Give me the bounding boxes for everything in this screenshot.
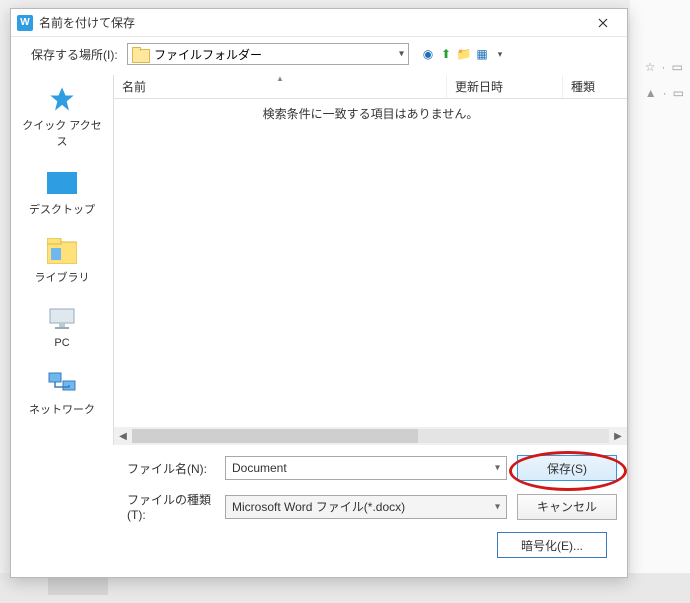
titlebar: W 名前を付けて保存 <box>11 9 627 37</box>
location-select[interactable]: ファイルフォルダー ▾ <box>127 43 409 65</box>
cancel-button[interactable]: キャンセル <box>517 494 617 520</box>
sort-arrow-icon: ▲ <box>276 74 284 83</box>
close-button[interactable] <box>583 11 623 35</box>
network-icon <box>46 369 78 397</box>
nav-icons: ◉ ⬆ 📁 ▦ ▾ <box>421 47 507 61</box>
place-label: ライブラリ <box>35 269 90 285</box>
filename-input[interactable]: Document ▾ <box>225 456 507 480</box>
nav-up-icon[interactable]: ⬆ <box>439 47 453 61</box>
desktop-icon <box>46 169 78 197</box>
header-type[interactable]: 種類 <box>563 75 627 98</box>
filetype-label: ファイルの種類(T): <box>127 491 215 522</box>
header-type-label: 種類 <box>571 78 595 95</box>
empty-message: 検索条件に一致する項目はありません。 <box>263 105 479 122</box>
place-desktop[interactable]: デスクトップ <box>22 169 102 217</box>
scroll-right-icon[interactable]: ▶ <box>609 431 627 442</box>
app-icon: W <box>17 15 33 31</box>
library-icon <box>46 237 78 265</box>
location-row: 保存する場所(I): ファイルフォルダー ▾ ◉ ⬆ 📁 ▦ ▾ <box>11 37 627 75</box>
place-quick-access[interactable]: クイック アクセス <box>22 85 102 149</box>
place-label: クイック アクセス <box>22 117 102 149</box>
places-sidebar: クイック アクセス デスクトップ ライブラリ PC <box>11 75 113 445</box>
file-list-body[interactable]: 検索条件に一致する項目はありません。 <box>114 99 627 427</box>
filetype-value: Microsoft Word ファイル(*.docx) <box>232 498 405 515</box>
encrypt-button[interactable]: 暗号化(E)... <box>497 532 607 558</box>
chevron-down-icon: ▾ <box>495 463 500 474</box>
chevron-down-icon: ▾ <box>495 501 500 512</box>
folder-icon <box>132 47 148 61</box>
dialog-title: 名前を付けて保存 <box>39 14 583 31</box>
nav-back-icon[interactable]: ◉ <box>421 47 435 61</box>
place-label: ネットワーク <box>29 401 95 417</box>
encrypt-button-label: 暗号化(E)... <box>521 537 583 554</box>
filetype-select[interactable]: Microsoft Word ファイル(*.docx) ▾ <box>225 495 507 519</box>
filename-label: ファイル名(N): <box>127 460 215 477</box>
place-network[interactable]: ネットワーク <box>22 369 102 417</box>
horizontal-scrollbar[interactable]: ◀ ▶ <box>114 427 627 445</box>
location-label: 保存する場所(I): <box>31 46 121 63</box>
place-libraries[interactable]: ライブラリ <box>22 237 102 285</box>
file-list: 名前 ▲ 更新日時 種類 検索条件に一致する項目はありません。 ◀ ▶ <box>113 75 627 445</box>
save-button-label: 保存(S) <box>547 460 587 477</box>
header-name[interactable]: 名前 ▲ <box>114 75 447 98</box>
place-pc[interactable]: PC <box>22 305 102 349</box>
header-date-label: 更新日時 <box>455 78 503 95</box>
scrollbar-track[interactable] <box>132 429 609 443</box>
nav-view-dropdown-icon[interactable]: ▾ <box>493 47 507 61</box>
filename-value: Document <box>232 461 287 475</box>
cancel-button-label: キャンセル <box>537 498 597 515</box>
header-name-label: 名前 <box>122 78 146 95</box>
fields-area: ファイル名(N): Document ▾ 保存(S) ファイルの種類(T): M… <box>11 445 627 574</box>
nav-view-icon[interactable]: ▦ <box>475 47 489 61</box>
background-toolbar: ☆·▭ ▲·▭ <box>645 60 684 100</box>
background-tab <box>48 577 108 595</box>
chevron-down-icon: ▾ <box>399 49 404 60</box>
location-value: ファイルフォルダー <box>154 46 262 63</box>
close-icon <box>598 18 608 28</box>
header-date[interactable]: 更新日時 <box>447 75 563 98</box>
nav-new-folder-icon[interactable]: 📁 <box>457 47 471 61</box>
pc-icon <box>46 305 78 333</box>
place-label: PC <box>54 337 69 349</box>
star-icon <box>46 85 78 113</box>
scroll-left-icon[interactable]: ◀ <box>114 431 132 442</box>
save-as-dialog: W 名前を付けて保存 保存する場所(I): ファイルフォルダー ▾ ◉ ⬆ 📁 … <box>10 8 628 578</box>
scrollbar-thumb[interactable] <box>132 429 418 443</box>
place-label: デスクトップ <box>29 201 95 217</box>
save-button[interactable]: 保存(S) <box>517 455 617 481</box>
column-headers: 名前 ▲ 更新日時 種類 <box>114 75 627 99</box>
